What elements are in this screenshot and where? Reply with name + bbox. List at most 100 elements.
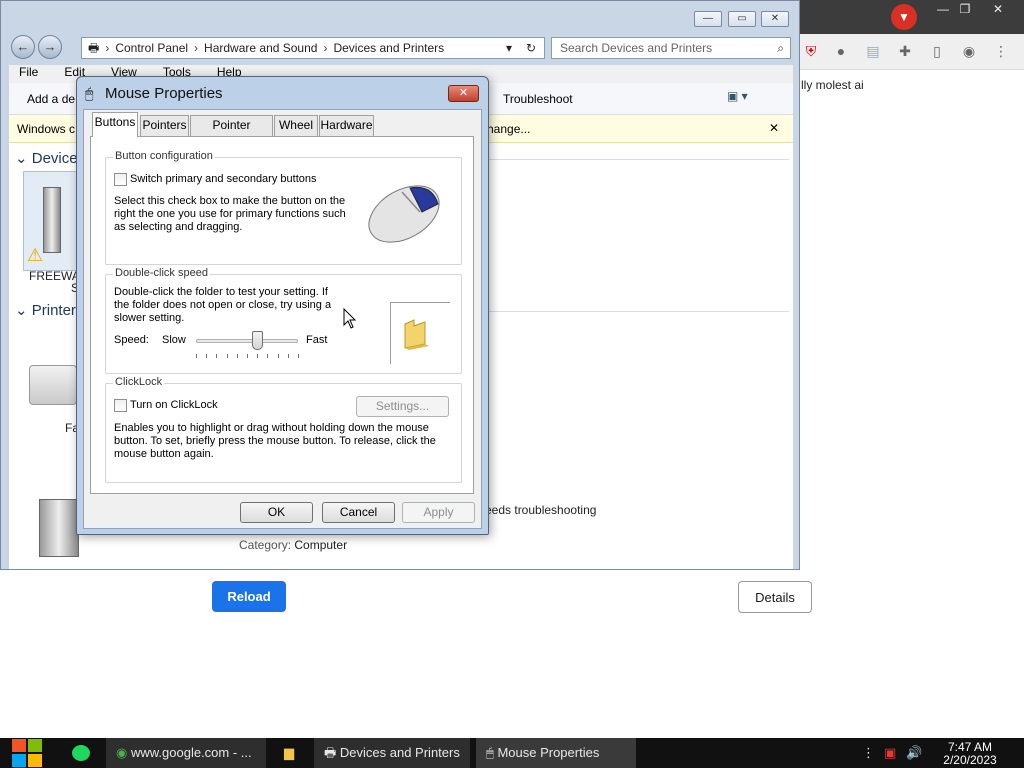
restore-icon[interactable]: ❐ bbox=[950, 0, 980, 18]
chrome-page-content: lly molest ai bbox=[798, 70, 1024, 102]
forward-icon[interactable]: → bbox=[38, 35, 62, 59]
dialog-title: Mouse Properties bbox=[105, 85, 223, 102]
double-click-description: Double-click the folder to test your set… bbox=[114, 286, 332, 324]
menu-icon[interactable]: ⋮ bbox=[992, 42, 1010, 60]
clicklock-checkbox[interactable] bbox=[114, 399, 127, 412]
switch-buttons-checkbox[interactable] bbox=[114, 173, 127, 186]
double-click-group: Double-click speed Double-click the fold… bbox=[105, 267, 462, 374]
flag-icon[interactable]: ▤ bbox=[864, 42, 882, 60]
profile-icon[interactable]: ◉ bbox=[960, 42, 978, 60]
dropdown-icon[interactable]: ▾ bbox=[506, 38, 512, 58]
checkbox-label[interactable]: Turn on ClickLock bbox=[130, 399, 218, 412]
maximize-icon[interactable]: ▭ bbox=[728, 11, 756, 27]
slow-label: Slow bbox=[162, 334, 186, 346]
refresh-icon[interactable]: ↻ bbox=[526, 38, 536, 58]
chrome-icon: ◉ bbox=[116, 745, 128, 760]
close-icon[interactable]: ✕ bbox=[761, 11, 789, 27]
tab-hardware[interactable]: Hardware bbox=[319, 115, 374, 136]
mouse-icon: 🖱 bbox=[486, 745, 494, 760]
taskbar-label: Mouse Properties bbox=[497, 745, 600, 760]
printer-icon: 🖶 bbox=[324, 745, 337, 760]
apply-button[interactable]: Apply bbox=[402, 502, 475, 523]
slider-tick bbox=[298, 354, 299, 358]
breadcrumb-item[interactable]: Control Panel bbox=[115, 41, 188, 55]
group-header-printers[interactable]: ⌄ Printer bbox=[15, 301, 76, 319]
close-icon[interactable]: ✕ bbox=[983, 0, 1013, 18]
slider-tick bbox=[247, 354, 248, 358]
address-bar[interactable]: 🖶 › Control Panel › Hardware and Sound › Devic… bbox=[81, 37, 545, 59]
back-icon[interactable]: ← bbox=[11, 35, 35, 59]
details-button[interactable]: Details bbox=[738, 581, 812, 613]
search-placeholder: Search Devices and Printers bbox=[560, 41, 713, 55]
tray-app-icon[interactable]: ▣ bbox=[884, 738, 900, 768]
mouse-icon: 🖱 bbox=[85, 85, 94, 101]
add-device-button[interactable]: Add a de bbox=[27, 92, 75, 106]
spotify-icon[interactable] bbox=[72, 745, 90, 761]
window-titlebar bbox=[1, 1, 799, 35]
start-icon[interactable] bbox=[10, 738, 44, 768]
checkbox-label[interactable]: Switch primary and secondary buttons bbox=[130, 173, 316, 186]
page-text: lly molest ai bbox=[801, 78, 864, 92]
divider bbox=[489, 159, 789, 160]
taskbar-label: www.google.com - ... bbox=[130, 745, 252, 760]
volume-icon[interactable]: 🔊 bbox=[906, 738, 922, 768]
clock-date: 2/20/2023 bbox=[943, 753, 997, 767]
search-input[interactable]: Search Devices and Printers ⌕ bbox=[551, 37, 791, 59]
info-bar-link[interactable]: hange... bbox=[487, 122, 530, 136]
cancel-button[interactable]: Cancel bbox=[322, 502, 395, 523]
speed-label: Speed: bbox=[114, 334, 149, 346]
taskbar-item-mouse[interactable]: 🖱 Mouse Properties bbox=[476, 738, 636, 768]
speed-slider-track[interactable] bbox=[196, 339, 298, 343]
tab-buttons[interactable]: Buttons bbox=[92, 112, 138, 137]
dialog-body: Buttons Pointers Pointer Options Wheel H… bbox=[83, 109, 482, 529]
minimize-icon[interactable]: — bbox=[694, 11, 722, 27]
troubleshoot-button[interactable]: Troubleshoot bbox=[503, 92, 573, 106]
fax-icon[interactable] bbox=[29, 365, 77, 405]
tab-search-icon[interactable]: ▼ bbox=[891, 4, 917, 30]
taskbar-item-devices[interactable]: 🖶 Devices and Printers bbox=[314, 738, 470, 768]
button-config-group: Button configuration Switch primary and … bbox=[105, 150, 462, 265]
slider-tick bbox=[267, 354, 269, 358]
speed-slider-thumb[interactable] bbox=[252, 331, 264, 350]
printer-icon: 🖶 bbox=[88, 41, 100, 55]
taskbar-label: Devices and Printers bbox=[339, 745, 460, 760]
divider bbox=[489, 311, 789, 312]
tray-overflow-icon[interactable]: ⋮ bbox=[862, 738, 872, 768]
slider-tick bbox=[257, 354, 259, 358]
folder-icon[interactable] bbox=[401, 318, 431, 350]
clicklock-group: ClickLock Turn on ClickLock Settings... … bbox=[105, 376, 462, 483]
computer-icon[interactable] bbox=[39, 499, 79, 557]
tab-pointers[interactable]: Pointers bbox=[140, 115, 189, 136]
slider-tick bbox=[196, 354, 197, 358]
group-label: Double-click speed bbox=[113, 267, 210, 279]
menu-file[interactable]: File bbox=[19, 65, 38, 79]
avatar-icon[interactable]: ● bbox=[832, 42, 850, 60]
drive-icon bbox=[43, 187, 61, 253]
close-icon[interactable]: ✕ bbox=[769, 121, 779, 135]
clicklock-description: Enables you to highlight or drag without… bbox=[114, 422, 436, 460]
group-header-devices[interactable]: ⌄ Device bbox=[15, 149, 78, 167]
device-status: eeds troubleshooting bbox=[485, 503, 597, 517]
clicklock-settings-button[interactable]: Settings... bbox=[356, 396, 449, 417]
sidepanel-icon[interactable]: ▯ bbox=[928, 42, 946, 60]
test-area[interactable] bbox=[390, 302, 450, 364]
taskbar-item-chrome[interactable]: ◉ www.google.com - ... bbox=[106, 738, 266, 768]
breadcrumb-item[interactable]: Hardware and Sound bbox=[204, 41, 317, 55]
cursor-icon bbox=[343, 308, 357, 329]
tab-pointer-options[interactable]: Pointer Options bbox=[190, 115, 273, 151]
ok-button[interactable]: OK bbox=[240, 502, 313, 523]
tab-wheel[interactable]: Wheel bbox=[274, 115, 318, 136]
system-clock[interactable]: 7:47 AM 2/20/2023 bbox=[930, 741, 1010, 767]
slider-tick bbox=[216, 354, 218, 358]
search-icon[interactable]: ⌕ bbox=[777, 38, 784, 58]
reload-button[interactable]: Reload bbox=[212, 581, 286, 612]
view-options-icon[interactable]: ▣ ▾ bbox=[727, 89, 748, 103]
file-explorer-icon[interactable]: ▆ bbox=[274, 738, 304, 768]
group-label: Button configuration bbox=[113, 150, 215, 162]
breadcrumb-item[interactable]: Devices and Printers bbox=[333, 41, 444, 55]
slider-tick bbox=[226, 354, 228, 358]
puzzle-icon[interactable]: ✚ bbox=[896, 42, 914, 60]
ublock-icon[interactable]: ⛨ bbox=[802, 42, 820, 60]
close-button[interactable]: ✕ bbox=[448, 85, 479, 102]
slider-tick bbox=[206, 354, 208, 358]
